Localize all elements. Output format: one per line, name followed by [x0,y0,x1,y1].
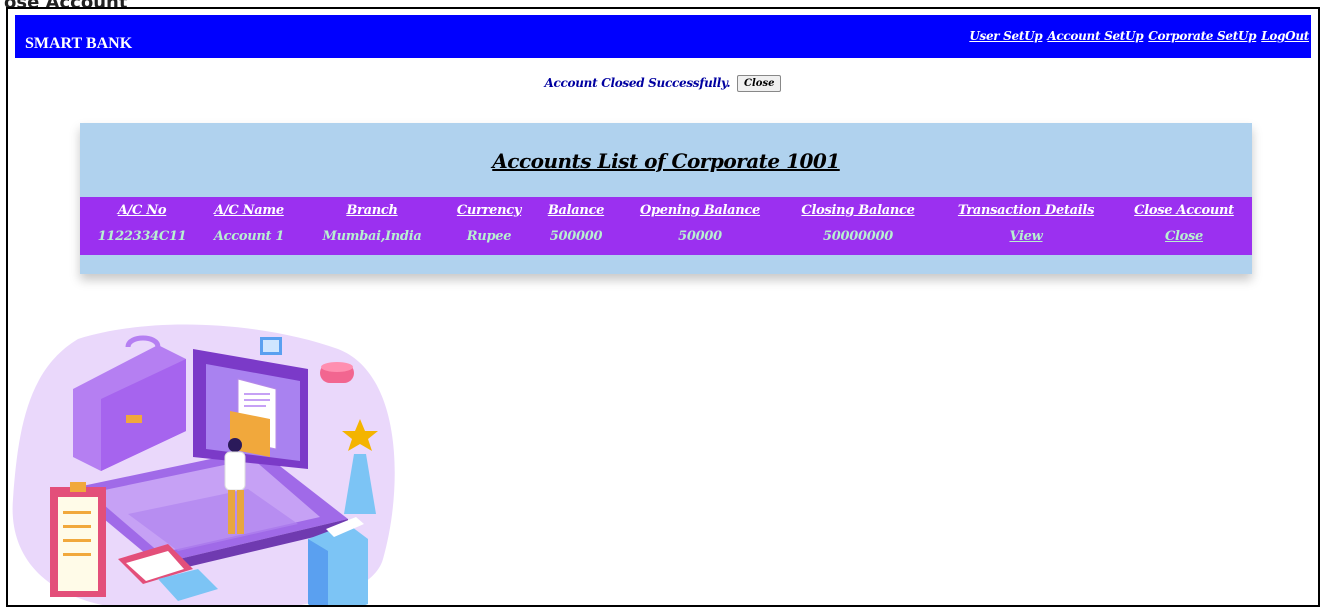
column-header-branch: Branch [346,203,398,218]
nav-logout-link[interactable]: LogOut [1261,29,1309,43]
cell-currency: Rupee [466,229,512,244]
photo-icon [260,337,282,355]
nav-account-setup-link[interactable]: Account SetUp [1047,29,1143,43]
pill-icon [320,362,354,383]
nav-user-setup-link[interactable]: User SetUp [969,29,1042,43]
column-header-close-account: Close Account [1134,203,1234,218]
brand-title: SMART BANK [25,35,133,52]
top-navbar: SMART BANK User SetUp Account SetUp Corp… [15,15,1311,58]
clipboard-icon [50,482,106,597]
column-header-balance: Balance [547,203,605,218]
cell-closing-balance: 50000000 [823,229,893,244]
table-row: 1122334C11 Account 1 Mumbai,India Rupee … [80,229,1252,249]
person-icon [224,438,246,534]
view-transactions-link[interactable]: View [1009,229,1042,244]
column-header-currency: Currency [456,203,522,218]
top-nav-links: User SetUp Account SetUp Corporate SetUp… [969,29,1309,43]
column-header-transaction-details: Transaction Details [957,203,1095,218]
cell-ac-no: 1122334C11 [97,229,187,244]
cell-opening-balance: 50000 [678,229,722,244]
status-message: Account Closed Successfully. Close [8,75,1318,92]
column-header-ac-name: A/C Name [214,203,284,218]
column-header-opening-balance: Opening Balance [639,203,761,218]
accounts-table: A/C No A/C Name Branch Currency Balance … [80,197,1252,255]
cell-balance: 500000 [549,229,603,244]
nav-corporate-setup-link[interactable]: Corporate SetUp [1148,29,1256,43]
accounts-panel: Accounts List of Corporate 1001 A/C No A… [80,123,1252,274]
close-message-button[interactable]: Close [737,75,782,92]
column-header-closing-balance: Closing Balance [801,203,915,218]
table-header-row: A/C No A/C Name Branch Currency Balance … [80,203,1252,223]
close-account-link[interactable]: Close [1165,229,1203,244]
accounts-list-title: Accounts List of Corporate 1001 [492,149,840,173]
cell-ac-name: Account 1 [213,229,285,244]
office-laptop-illustration [12,324,395,605]
cell-branch: Mumbai,India [322,229,422,244]
column-header-ac-no: A/C No [117,203,167,218]
success-message-text: Account Closed Successfully. [544,76,731,90]
app-window: SMART BANK User SetUp Account SetUp Corp… [6,7,1320,607]
